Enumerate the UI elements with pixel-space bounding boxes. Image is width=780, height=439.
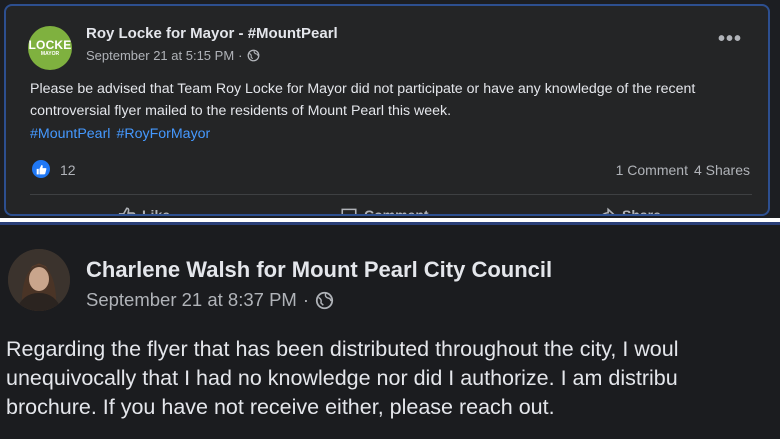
post-text-line: unequivocally that I had no knowledge no… bbox=[6, 366, 678, 390]
comment-label: Comment bbox=[364, 207, 429, 216]
action-bar: Like Comment Share bbox=[6, 206, 768, 216]
like-label: Like bbox=[142, 207, 171, 216]
more-options-icon[interactable]: ••• bbox=[718, 29, 742, 49]
hashtag-link[interactable]: #MountPearl bbox=[30, 126, 110, 142]
post-meta: September 21 at 5:15 PM · bbox=[86, 48, 260, 63]
post-text-line: brochure. If you have not receive either… bbox=[6, 395, 555, 419]
comment-button[interactable]: Comment bbox=[340, 206, 429, 216]
post-timestamp[interactable]: September 21 at 5:15 PM bbox=[86, 48, 234, 63]
bottom-post: Charlene Walsh for Mount Pearl City Coun… bbox=[0, 222, 780, 439]
post-meta: September 21 at 8:37 PM · bbox=[86, 289, 334, 311]
post-text: Please be advised that Team Roy Locke fo… bbox=[30, 81, 696, 119]
reaction-count[interactable]: 12 bbox=[60, 162, 76, 178]
hashtag-link[interactable]: #RoyForMayor bbox=[116, 126, 210, 142]
comment-icon bbox=[341, 208, 357, 214]
page-name[interactable]: Roy Locke for Mayor - #MountPearl bbox=[86, 25, 338, 42]
share-count[interactable]: 4 Shares bbox=[694, 162, 750, 178]
page-avatar-logo[interactable]: LOCKE MAYOR bbox=[28, 26, 72, 70]
like-reaction-icon[interactable] bbox=[32, 160, 50, 178]
hashtags: #MountPearl #RoyForMayor bbox=[30, 126, 216, 142]
divider bbox=[30, 194, 752, 195]
globe-icon bbox=[247, 49, 260, 62]
profile-avatar[interactable] bbox=[8, 249, 70, 311]
share-button[interactable]: Share bbox=[598, 206, 661, 216]
like-button[interactable]: Like bbox=[118, 206, 171, 216]
share-icon bbox=[602, 207, 615, 214]
globe-icon bbox=[315, 291, 334, 310]
share-label: Share bbox=[622, 207, 661, 216]
logo-text: LOCKE bbox=[28, 38, 72, 52]
post-text: Regarding the flyer that has been distri… bbox=[6, 335, 780, 422]
engagement-stats: 1 Comment 4 Shares bbox=[616, 162, 750, 178]
page-name[interactable]: Charlene Walsh for Mount Pearl City Coun… bbox=[86, 257, 552, 283]
thumbs-up-icon bbox=[118, 207, 136, 214]
top-post: LOCKE MAYOR Roy Locke for Mayor - #Mount… bbox=[4, 4, 770, 216]
post-text-line: Regarding the flyer that has been distri… bbox=[6, 337, 679, 361]
comment-count[interactable]: 1 Comment bbox=[616, 162, 688, 178]
logo-subtext: MAYOR bbox=[40, 51, 60, 57]
meta-separator: · bbox=[238, 48, 243, 63]
meta-separator: · bbox=[302, 289, 309, 310]
post-timestamp[interactable]: September 21 at 8:37 PM bbox=[86, 289, 297, 311]
